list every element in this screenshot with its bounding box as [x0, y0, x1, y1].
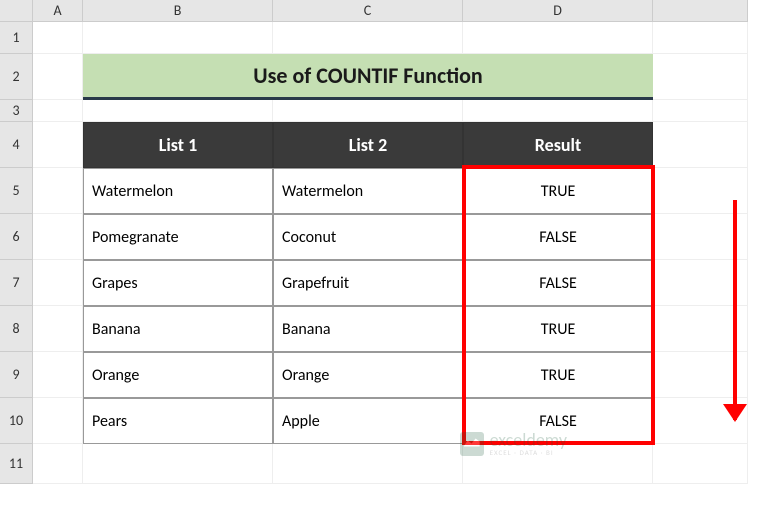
- cell-d9[interactable]: TRUE: [463, 352, 653, 398]
- cell-a10[interactable]: [33, 398, 83, 444]
- spreadsheet-grid: A B C D 1 2 Use of COUNTIF Function 3 4 …: [0, 0, 767, 484]
- title-banner[interactable]: Use of COUNTIF Function: [83, 54, 653, 100]
- row-header-8[interactable]: 8: [0, 306, 33, 352]
- cell-d7[interactable]: FALSE: [463, 260, 653, 306]
- watermark-main: exceldemy: [490, 431, 567, 449]
- watermark: exceldemy EXCEL · DATA · BI: [460, 431, 567, 456]
- corner-cell[interactable]: [0, 0, 33, 22]
- row-header-4[interactable]: 4: [0, 122, 33, 168]
- cell-a8[interactable]: [33, 306, 83, 352]
- cell-a5[interactable]: [33, 168, 83, 214]
- row-header-3[interactable]: 3: [0, 100, 33, 122]
- col-header-a[interactable]: A: [33, 0, 83, 22]
- cell-e3[interactable]: [653, 100, 748, 122]
- cell-b5[interactable]: Watermelon: [83, 168, 273, 214]
- cell-a2[interactable]: [33, 54, 83, 100]
- cell-b3[interactable]: [83, 100, 273, 122]
- cell-a6[interactable]: [33, 214, 83, 260]
- cell-d5[interactable]: TRUE: [463, 168, 653, 214]
- cell-b10[interactable]: Pears: [83, 398, 273, 444]
- cell-d1[interactable]: [463, 22, 653, 54]
- table-header-list1[interactable]: List 1: [83, 122, 273, 168]
- cell-c3[interactable]: [273, 100, 463, 122]
- cell-a9[interactable]: [33, 352, 83, 398]
- cell-d8[interactable]: TRUE: [463, 306, 653, 352]
- row-header-6[interactable]: 6: [0, 214, 33, 260]
- row-header-2[interactable]: 2: [0, 54, 33, 100]
- cell-b8[interactable]: Banana: [83, 306, 273, 352]
- cell-c6[interactable]: Coconut: [273, 214, 463, 260]
- cell-e2[interactable]: [653, 54, 748, 100]
- cell-c7[interactable]: Grapefruit: [273, 260, 463, 306]
- table-header-list2[interactable]: List 2: [273, 122, 463, 168]
- cell-d6[interactable]: FALSE: [463, 214, 653, 260]
- cell-b1[interactable]: [83, 22, 273, 54]
- cell-c11[interactable]: [273, 444, 463, 484]
- row-header-7[interactable]: 7: [0, 260, 33, 306]
- cell-a11[interactable]: [33, 444, 83, 484]
- cell-b9[interactable]: Orange: [83, 352, 273, 398]
- watermark-logo-icon: [460, 432, 484, 456]
- cell-a1[interactable]: [33, 22, 83, 54]
- cell-d3[interactable]: [463, 100, 653, 122]
- row-header-9[interactable]: 9: [0, 352, 33, 398]
- table-header-result[interactable]: Result: [463, 122, 653, 168]
- row-header-5[interactable]: 5: [0, 168, 33, 214]
- arrow-down-icon: [733, 200, 737, 420]
- col-header-c[interactable]: C: [273, 0, 463, 22]
- cell-c9[interactable]: Orange: [273, 352, 463, 398]
- row-header-1[interactable]: 1: [0, 22, 33, 54]
- cell-c5[interactable]: Watermelon: [273, 168, 463, 214]
- cell-c10[interactable]: Apple: [273, 398, 463, 444]
- cell-e11[interactable]: [653, 444, 748, 484]
- cell-b6[interactable]: Pomegranate: [83, 214, 273, 260]
- cell-e4[interactable]: [653, 122, 748, 168]
- cell-a4[interactable]: [33, 122, 83, 168]
- cell-c1[interactable]: [273, 22, 463, 54]
- cell-e1[interactable]: [653, 22, 748, 54]
- cell-b11[interactable]: [83, 444, 273, 484]
- col-header-d[interactable]: D: [463, 0, 653, 22]
- row-header-11[interactable]: 11: [0, 444, 33, 484]
- col-header-blank[interactable]: [653, 0, 748, 22]
- watermark-sub: EXCEL · DATA · BI: [490, 449, 567, 456]
- cell-b7[interactable]: Grapes: [83, 260, 273, 306]
- cell-c8[interactable]: Banana: [273, 306, 463, 352]
- cell-a7[interactable]: [33, 260, 83, 306]
- cell-a3[interactable]: [33, 100, 83, 122]
- row-header-10[interactable]: 10: [0, 398, 33, 444]
- col-header-b[interactable]: B: [83, 0, 273, 22]
